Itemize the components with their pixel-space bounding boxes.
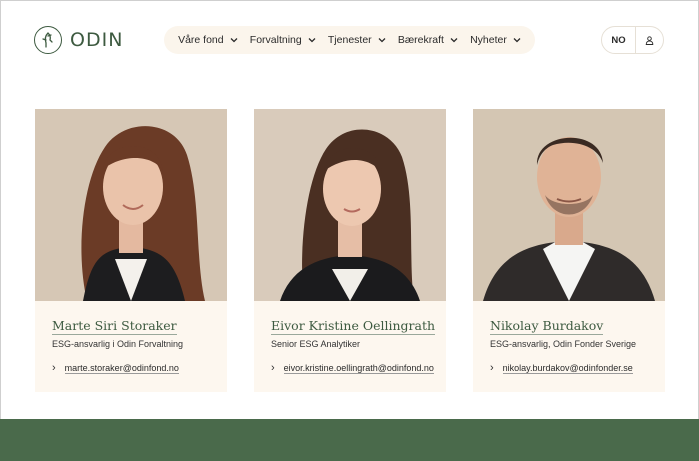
login-button[interactable] bbox=[636, 27, 663, 53]
nav-item-label: Tjenester bbox=[327, 34, 372, 46]
person-role: ESG-ansvarlig, Odin Fonder Sverige bbox=[490, 339, 637, 349]
odin-logo-link[interactable]: ODIN bbox=[34, 26, 123, 54]
nav-item-nyheter[interactable]: Nyheter bbox=[470, 34, 521, 46]
chevron-right-icon: › bbox=[271, 362, 275, 374]
person-role: ESG-ansvarlig i Odin Forvaltning bbox=[52, 339, 184, 349]
person-name: Marte Siri Storaker bbox=[52, 318, 177, 335]
chevron-down-icon bbox=[308, 38, 316, 43]
footer-band bbox=[0, 419, 699, 461]
person-card: Marte Siri Storaker ESG-ansvarlig i Odin… bbox=[35, 109, 227, 392]
email-address: marte.storaker@odinfond.no bbox=[64, 363, 179, 374]
chevron-down-icon bbox=[450, 38, 458, 43]
person-card: Eivor Kristine Oellingrath Senior ESG An… bbox=[254, 109, 446, 392]
email-link[interactable]: › marte.storaker@odinfond.no bbox=[52, 363, 179, 374]
user-icon bbox=[645, 35, 654, 45]
person-card: Nikolay Burdakov ESG-ansvarlig, Odin Fon… bbox=[473, 109, 665, 392]
chevron-right-icon: › bbox=[52, 362, 56, 374]
utility-menu: NO bbox=[601, 26, 664, 54]
email-address: eivor.kristine.oellingrath@odinfond.no bbox=[283, 363, 434, 374]
nav-item-tjenester[interactable]: Tjenester bbox=[328, 34, 386, 46]
nav-item-label: Våre fond bbox=[178, 34, 224, 46]
language-button[interactable]: NO bbox=[602, 27, 636, 53]
email-address: nikolay.burdakov@odinfonder.se bbox=[502, 363, 633, 374]
email-link[interactable]: › eivor.kristine.oellingrath@odinfond.no bbox=[271, 363, 434, 374]
person-photo bbox=[473, 109, 665, 301]
nav-item-baerekraft[interactable]: Bærekraft bbox=[398, 34, 458, 46]
person-photo bbox=[254, 109, 446, 301]
nav-item-vare-fond[interactable]: Våre fond bbox=[178, 34, 238, 46]
email-link[interactable]: › nikolay.burdakov@odinfonder.se bbox=[490, 363, 633, 374]
chevron-down-icon bbox=[230, 38, 238, 43]
main-nav: Våre fond Forvaltning Tjenester Bærekraf… bbox=[164, 26, 535, 54]
nav-item-forvaltning[interactable]: Forvaltning bbox=[250, 34, 316, 46]
odin-logo-icon bbox=[34, 26, 62, 54]
nav-item-label: Nyheter bbox=[470, 34, 507, 46]
person-name: Eivor Kristine Oellingrath bbox=[271, 318, 436, 335]
chevron-down-icon bbox=[513, 38, 521, 43]
person-photo bbox=[35, 109, 227, 301]
chevron-right-icon: › bbox=[490, 362, 494, 374]
nav-item-label: Bærekraft bbox=[397, 34, 444, 46]
chevron-down-icon bbox=[378, 38, 386, 43]
nav-item-label: Forvaltning bbox=[249, 34, 302, 46]
brand-name: ODIN bbox=[70, 29, 124, 51]
person-role: Senior ESG Analytiker bbox=[271, 339, 361, 349]
person-name: Nikolay Burdakov bbox=[490, 318, 604, 335]
